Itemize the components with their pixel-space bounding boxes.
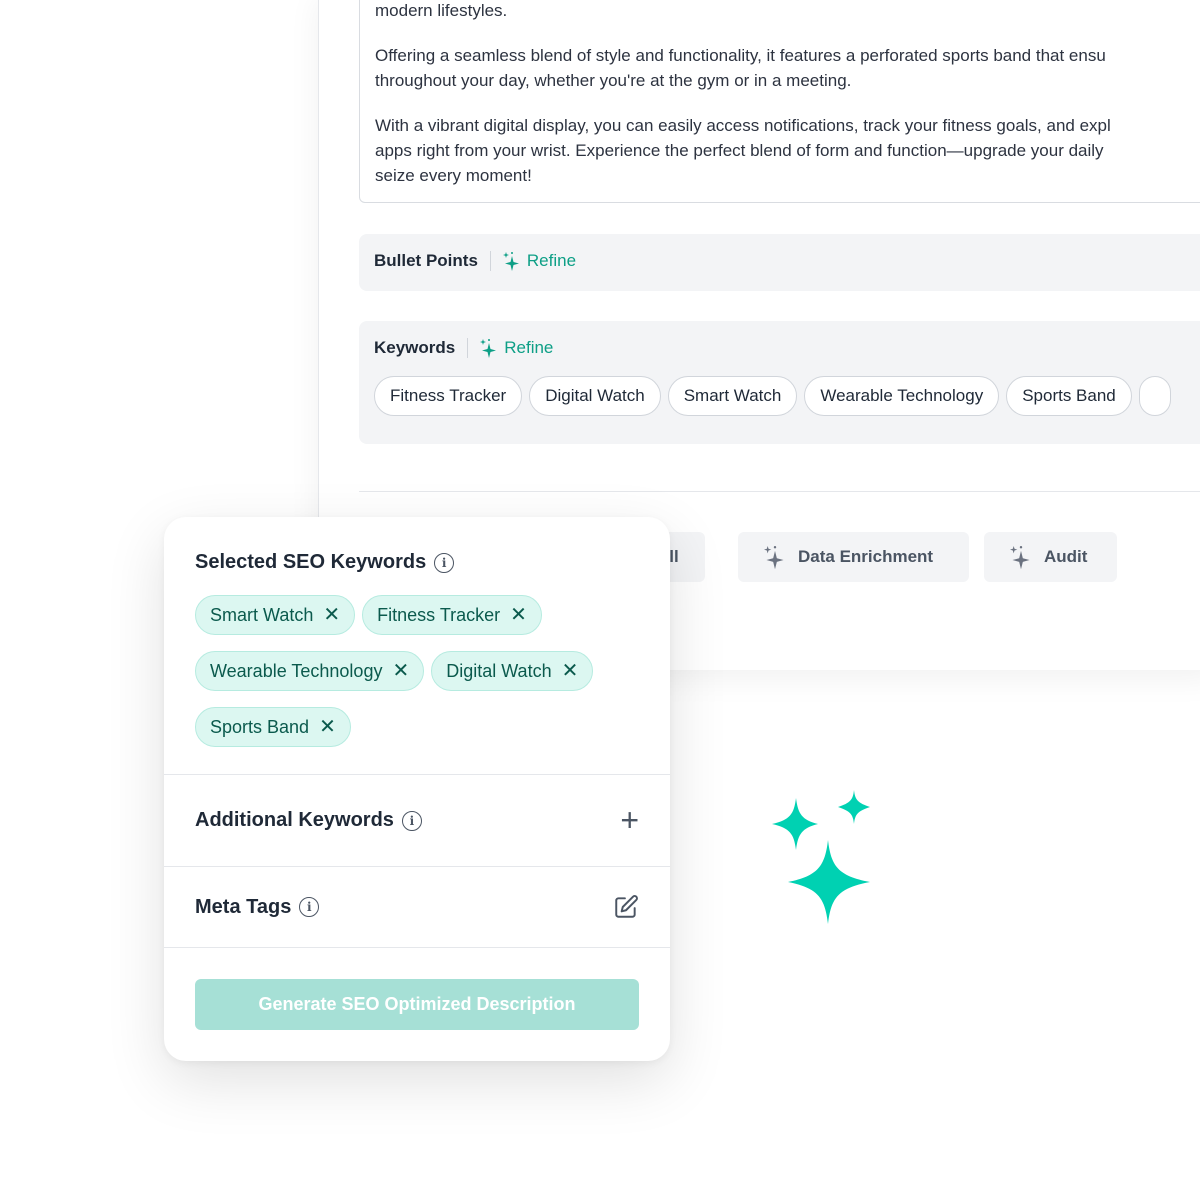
keyword-chip[interactable]: Wearable Technology (804, 376, 1000, 416)
keyword-chip-list: Fitness Tracker Digital Watch Smart Watc… (374, 376, 1200, 416)
refine-label: Refine (526, 251, 577, 270)
heading-text: Selected SEO Keywords (195, 551, 427, 573)
sparkle-icon (480, 339, 497, 358)
description-paragraph: With a vibrant digital display, you can … (375, 113, 1200, 188)
remove-icon[interactable]: ✕ (562, 661, 579, 681)
text-line: throughout your day, whether you're at t… (375, 71, 852, 90)
remove-icon[interactable]: ✕ (319, 717, 336, 737)
description-paragraph: Offering a seamless blend of style and f… (375, 43, 1200, 93)
keyword-chip[interactable] (1138, 376, 1171, 416)
sparkle-icon (772, 790, 870, 924)
tag-label: Sports Band (210, 716, 310, 737)
additional-keywords-heading: Additional Keywords i (195, 809, 422, 832)
selected-keyword-tag: Fitness Tracker ✕ (362, 595, 542, 635)
remove-icon[interactable]: ✕ (392, 661, 409, 681)
remove-icon[interactable]: ✕ (510, 605, 527, 625)
keyword-chip[interactable]: Sports Band (1006, 376, 1132, 416)
audit-button[interactable]: Audit (984, 532, 1117, 582)
text-line: seize every moment! (375, 166, 532, 185)
keywords-section: Keywords Refine Fitness Tracker Digital … (359, 321, 1200, 444)
meta-tags-row[interactable]: Meta Tags i (164, 866, 670, 947)
selected-keyword-tag: Wearable Technology ✕ (195, 651, 425, 691)
divider (489, 251, 491, 271)
meta-tags-heading: Meta Tags i (195, 895, 320, 919)
button-label: Data Enrichment (798, 547, 934, 566)
info-icon[interactable]: i (434, 552, 455, 573)
text-line: Offering a seamless blend of style and f… (375, 46, 1106, 65)
tag-label: Wearable Technology (210, 660, 383, 681)
info-icon[interactable]: i (299, 897, 320, 917)
bullet-points-refine-button[interactable]: Refine (502, 251, 577, 271)
selected-keyword-tag: Smart Watch ✕ (195, 595, 356, 635)
text-line: With a vibrant digital display, you can … (375, 116, 1111, 135)
selected-keyword-tag: Sports Band ✕ (195, 707, 351, 747)
divider (467, 338, 469, 358)
sparkle-icon (1010, 546, 1030, 570)
tag-label: Fitness Tracker (377, 604, 501, 625)
edit-icon[interactable] (613, 894, 639, 920)
tag-label: Digital Watch (446, 660, 552, 681)
keyword-chip[interactable]: Smart Watch (667, 376, 798, 416)
generate-seo-description-button[interactable]: Generate SEO Optimized Description (195, 979, 639, 1030)
description-paragraph: modern lifestyles. (375, 0, 1200, 23)
button-label: Audit (1044, 547, 1088, 566)
selected-keyword-tag: Digital Watch ✕ (431, 651, 594, 691)
sparkle-icon (502, 252, 519, 271)
keywords-title: Keywords (374, 338, 456, 357)
bullet-points-section: Bullet Points Refine (359, 234, 1200, 291)
bullet-points-title: Bullet Points (374, 251, 478, 270)
text-line: apps right from your wrist. Experience t… (375, 141, 1104, 160)
refine-label: Refine (504, 338, 554, 357)
divider (359, 491, 1200, 492)
info-icon[interactable]: i (401, 810, 422, 831)
plus-icon[interactable]: + (620, 802, 639, 839)
seo-keywords-card: Selected SEO Keywords i Smart Watch ✕ Fit… (164, 517, 670, 1061)
text-line: modern lifestyles. (375, 1, 508, 20)
description-textarea[interactable]: modern lifestyles. Offering a seamless b… (359, 0, 1200, 203)
selected-keyword-list: Smart Watch ✕ Fitness Tracker ✕ Wearable T… (195, 595, 635, 747)
sparkle-icon (764, 546, 784, 570)
data-enrichment-button[interactable]: Data Enrichment (738, 532, 969, 582)
keywords-refine-button[interactable]: Refine (480, 338, 553, 358)
divider (164, 947, 670, 948)
remove-icon[interactable]: ✕ (323, 605, 340, 625)
additional-keywords-row[interactable]: Additional Keywords i + (164, 774, 670, 866)
tag-label: Smart Watch (210, 604, 314, 625)
heading-text: Additional Keywords (195, 809, 394, 831)
selected-seo-keywords-heading: Selected SEO Keywords i (195, 551, 635, 574)
keyword-chip[interactable]: Digital Watch (529, 376, 661, 416)
keyword-chip[interactable]: Fitness Tracker (374, 376, 523, 416)
heading-text: Meta Tags (195, 895, 292, 918)
